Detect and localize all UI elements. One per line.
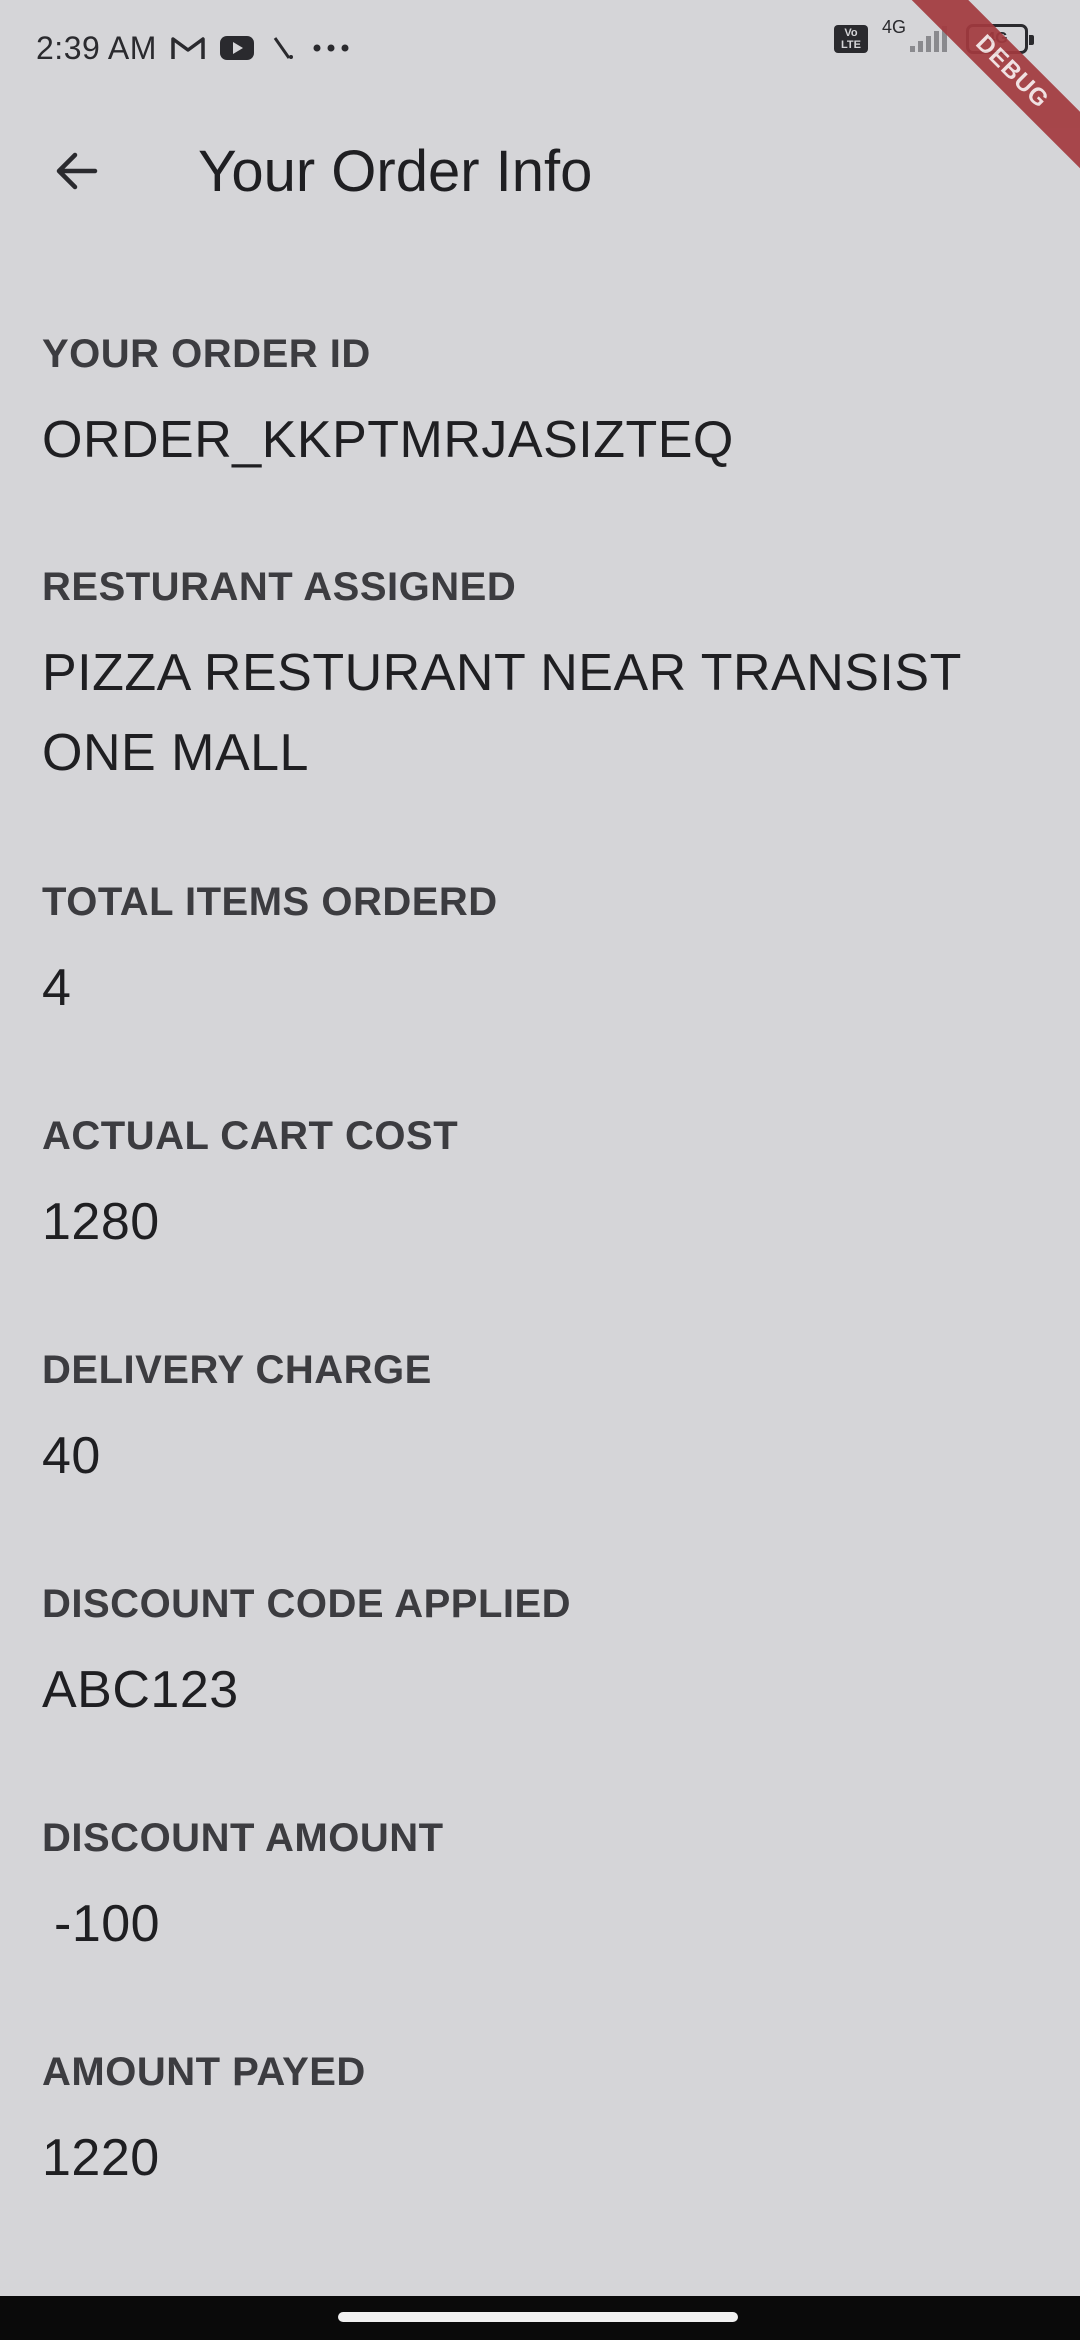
youtube-icon — [219, 35, 255, 61]
delivery-charge-label: DELIVERY CHARGE — [42, 1348, 432, 1392]
restaurant-field: RESTURANT ASSIGNED PIZZA RESTURANT NEAR … — [42, 563, 1042, 793]
home-indicator[interactable] — [338, 2312, 738, 2322]
amount-payed-label: AMOUNT PAYED — [42, 2050, 366, 2094]
discount-amount-value: -100 — [54, 1895, 161, 1953]
more-dots-icon — [311, 43, 351, 53]
discount-amount-field: DISCOUNT AMOUNT -100 — [42, 1814, 444, 1964]
amount-payed-field: AMOUNT PAYED 1220 — [42, 2048, 366, 2198]
total-items-value: 4 — [42, 959, 72, 1017]
total-items-field: TOTAL ITEMS ORDERD 4 — [42, 878, 498, 1028]
order-id-label: YOUR ORDER ID — [42, 332, 371, 376]
total-items-label: TOTAL ITEMS ORDERD — [42, 880, 498, 924]
gmail-icon — [171, 35, 205, 61]
restaurant-label: RESTURANT ASSIGNED — [42, 565, 517, 609]
volte-icon: Vo LTE — [833, 25, 868, 53]
status-icons-left — [171, 34, 351, 62]
discount-code-label: DISCOUNT CODE APPLIED — [42, 1582, 572, 1626]
discount-code-field: DISCOUNT CODE APPLIED ABC123 — [42, 1580, 571, 1730]
order-info-screen: 2:39 AM Vo LTE 4G DEBUG Your Order Info … — [0, 0, 1080, 2340]
volte-label: Vo LTE — [841, 27, 861, 51]
cart-cost-label: ACTUAL CART COST — [42, 1114, 459, 1158]
cart-cost-field: ACTUAL CART COST 1280 — [42, 1112, 458, 1262]
restaurant-value: PIZZA RESTURANT NEAR TRANSIST ONE MALL — [42, 644, 961, 782]
network-type-label: 4G — [881, 16, 906, 37]
discount-amount-label: DISCOUNT AMOUNT — [42, 1816, 444, 1860]
delivery-charge-field: DELIVERY CHARGE 40 — [42, 1346, 432, 1496]
back-button[interactable] — [20, 115, 132, 227]
order-id-value: ORDER_KKPTMRJASIZTEQ — [42, 411, 734, 469]
arrow-left-icon — [56, 152, 98, 190]
app-bar: Your Order Info — [0, 96, 1080, 246]
page-title: Your Order Info — [198, 138, 593, 204]
discount-code-value: ABC123 — [42, 1661, 239, 1719]
status-time: 2:39 AM — [36, 29, 157, 66]
system-nav-bar — [0, 2296, 1080, 2340]
delivery-charge-value: 40 — [42, 1427, 101, 1485]
signal-slash-icon — [269, 34, 297, 62]
status-bar: 2:39 AM Vo LTE 4G — [0, 0, 1080, 96]
cart-cost-value: 1280 — [42, 1193, 160, 1251]
amount-payed-value: 1220 — [42, 2129, 160, 2187]
order-id-field: YOUR ORDER ID ORDER_KKPTMRJASIZTEQ — [42, 330, 734, 480]
